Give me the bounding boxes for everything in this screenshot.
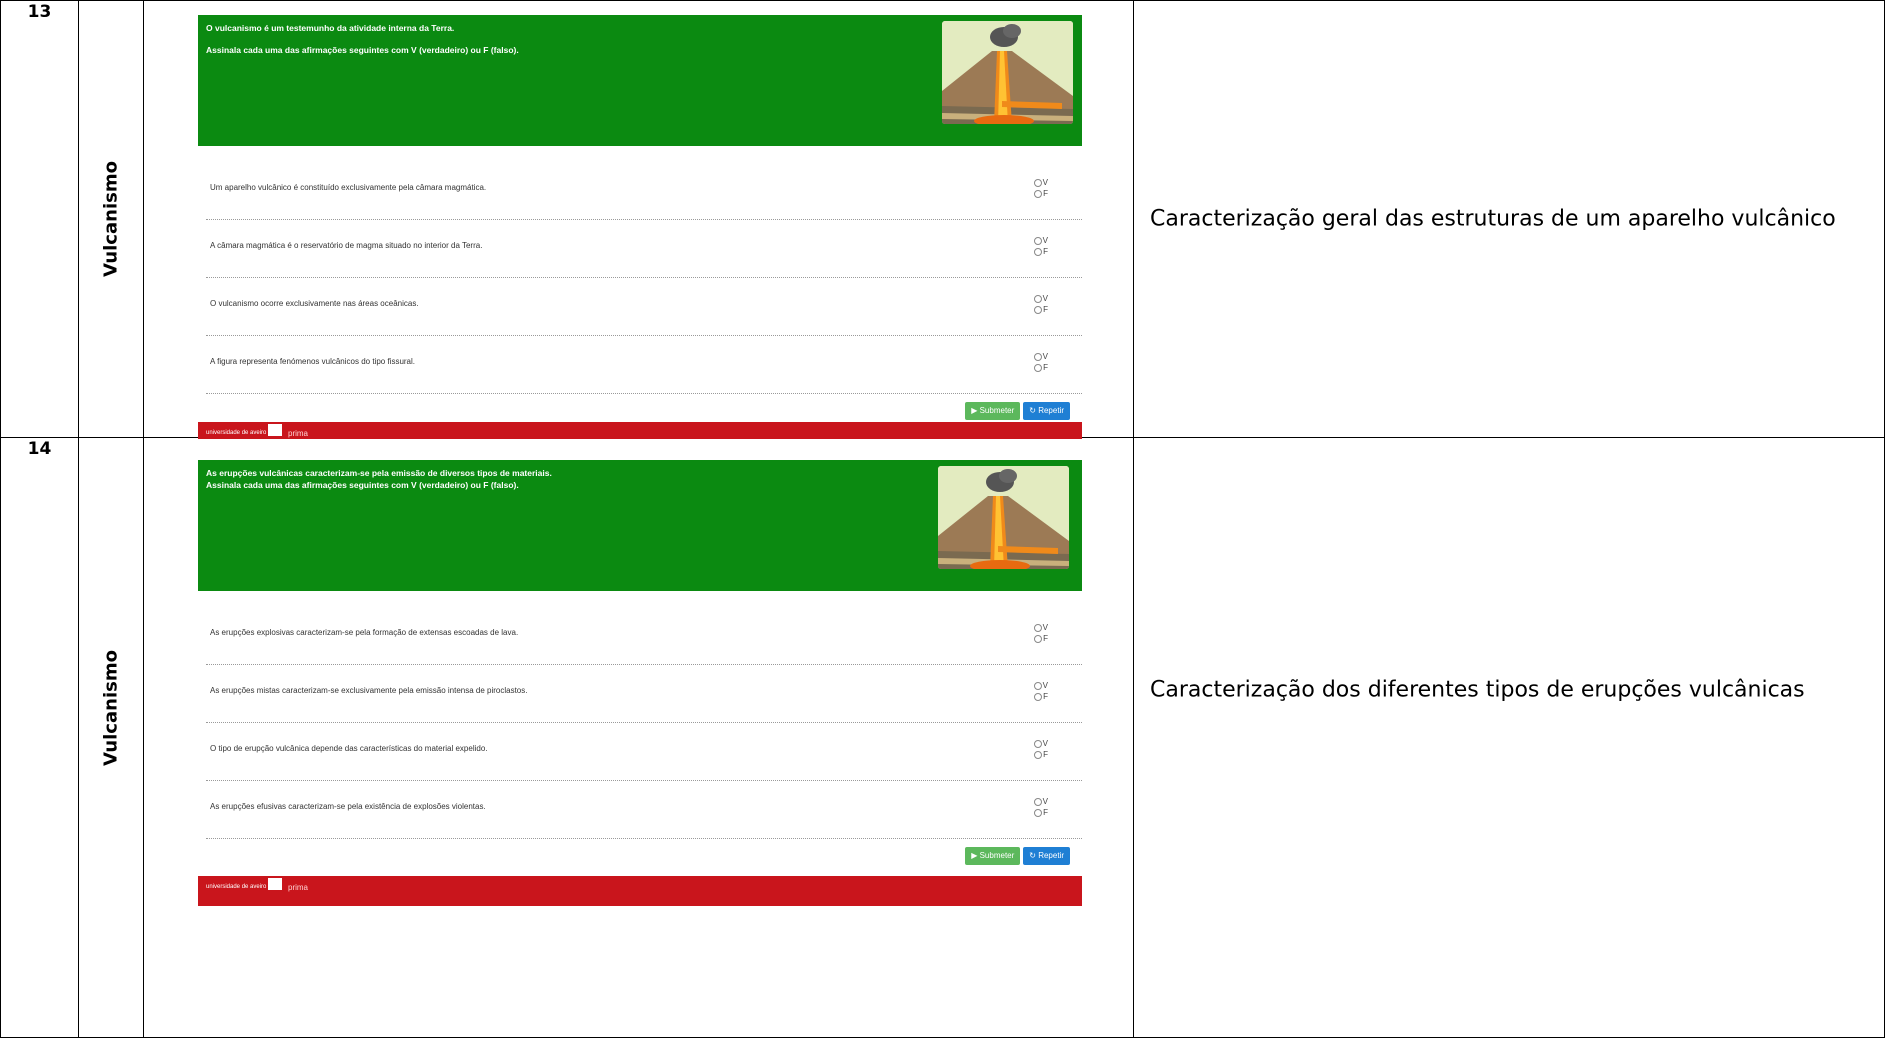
quiz-statement: As erupções mistas caracterizam-se exclu… (210, 686, 528, 695)
table-row: 13 Vulcanismo O vulcanismo é um testemun… (0, 0, 1885, 439)
option-f-radio[interactable]: F (1034, 692, 1048, 701)
quiz-body: As erupções explosivas caracterizam-se p… (198, 591, 1082, 865)
row-number-cell: 13 (0, 0, 79, 438)
quiz-item: A figura representa fenómenos vulcânicos… (206, 335, 1082, 394)
description-cell: Caracterização geral das estruturas de u… (1133, 0, 1885, 438)
volcano-illustration (938, 466, 1069, 569)
screenshot-cell: As erupções vulcânicas caracterizam-se p… (143, 437, 1134, 1040)
theme-label: Vulcanismo (100, 161, 122, 277)
quiz-header-instruction: Assinala cada uma das afirmações seguint… (206, 480, 519, 490)
footer-university: universidade de aveiro (206, 884, 267, 890)
quiz-item: A câmara magmática é o reservatório de m… (206, 219, 1082, 278)
option-f-radio[interactable]: F (1034, 363, 1048, 372)
quiz-item: As erupções efusivas caracterizam-se pel… (206, 780, 1082, 839)
option-f-radio[interactable]: F (1034, 808, 1048, 817)
quiz-footer: universidade de aveiro prima (198, 422, 1082, 439)
volcano-illustration (942, 21, 1073, 124)
option-v-radio[interactable]: V (1033, 178, 1048, 187)
quiz-statement: A câmara magmática é o reservatório de m… (210, 241, 483, 250)
description-cell: Caracterização dos diferentes tipos de e… (1133, 437, 1885, 1038)
quiz-item: Um aparelho vulcânico é constituído excl… (206, 161, 1082, 220)
university-logo-icon (268, 424, 282, 436)
screenshot-cell: O vulcanismo é um testemunho da atividad… (143, 0, 1134, 439)
quiz-buttons: ▶ Submeter ↻ Repetir (962, 400, 1070, 420)
activity-description: Caracterização geral das estruturas de u… (1150, 206, 1836, 232)
quiz-header-instruction: Assinala cada uma das afirmações seguint… (206, 45, 519, 55)
footer-brand: prima (288, 883, 309, 892)
option-f-radio[interactable]: F (1034, 189, 1048, 198)
option-f-radio[interactable]: F (1034, 305, 1048, 314)
activity-description: Caracterização dos diferentes tipos de e… (1150, 677, 1805, 703)
option-f-radio[interactable]: F (1034, 247, 1048, 256)
quiz-statement: As erupções explosivas caracterizam-se p… (210, 628, 519, 637)
row-number-cell: 14 (0, 437, 79, 1038)
quiz-statement: A figura representa fenómenos vulcânicos… (210, 357, 416, 366)
row-number: 14 (27, 439, 52, 459)
theme-label: Vulcanismo (100, 650, 122, 766)
table-row: 14 Vulcanismo As erupções vulcânicas car… (0, 437, 1885, 1040)
theme-cell: Vulcanismo (78, 437, 144, 1038)
redo-button[interactable]: ↻ Repetir (1023, 847, 1070, 865)
quiz-header-intro: O vulcanismo é um testemunho da atividad… (206, 23, 455, 33)
option-v-radio[interactable]: V (1033, 681, 1048, 690)
option-v-radio[interactable]: V (1033, 236, 1048, 245)
quiz-buttons: ▶ Submeter ↻ Repetir (962, 845, 1070, 865)
quiz-item: O tipo de erupção vulcânica depende das … (206, 722, 1082, 781)
quiz-screenshot: As erupções vulcânicas caracterizam-se p… (198, 460, 1082, 1040)
quiz-header: O vulcanismo é um testemunho da atividad… (198, 15, 1082, 146)
redo-button[interactable]: ↻ Repetir (1023, 402, 1070, 420)
option-v-radio[interactable]: V (1033, 739, 1048, 748)
option-v-radio[interactable]: V (1033, 352, 1048, 361)
quiz-statement: Um aparelho vulcânico é constituído excl… (210, 183, 487, 192)
footer-university: universidade de aveiro (206, 430, 267, 436)
theme-cell: Vulcanismo (78, 0, 144, 438)
option-v-radio[interactable]: V (1033, 623, 1048, 632)
quiz-item: As erupções mistas caracterizam-se exclu… (206, 664, 1082, 723)
activities-table: 13 Vulcanismo O vulcanismo é um testemun… (0, 0, 1885, 1038)
option-f-radio[interactable]: F (1034, 634, 1048, 643)
quiz-header-intro: As erupções vulcânicas caracterizam-se p… (206, 468, 552, 478)
option-f-radio[interactable]: F (1034, 750, 1048, 759)
quiz-footer: universidade de aveiro prima (198, 876, 1082, 906)
row-number: 13 (27, 2, 52, 22)
quiz-item: As erupções explosivas caracterizam-se p… (206, 606, 1082, 665)
option-v-radio[interactable]: V (1033, 797, 1048, 806)
submit-button[interactable]: ▶ Submeter (965, 847, 1021, 865)
quiz-statement: O vulcanismo ocorre exclusivamente nas á… (210, 299, 419, 308)
quiz-statement: O tipo de erupção vulcânica depende das … (210, 744, 488, 753)
university-logo-icon (268, 878, 282, 890)
quiz-statement: As erupções efusivas caracterizam-se pel… (210, 802, 486, 811)
option-v-radio[interactable]: V (1033, 294, 1048, 303)
submit-button[interactable]: ▶ Submeter (965, 402, 1021, 420)
quiz-header: As erupções vulcânicas caracterizam-se p… (198, 460, 1082, 591)
quiz-item: O vulcanismo ocorre exclusivamente nas á… (206, 277, 1082, 336)
quiz-body: Um aparelho vulcânico é constituído excl… (198, 146, 1082, 420)
quiz-screenshot: O vulcanismo é um testemunho da atividad… (198, 15, 1082, 439)
